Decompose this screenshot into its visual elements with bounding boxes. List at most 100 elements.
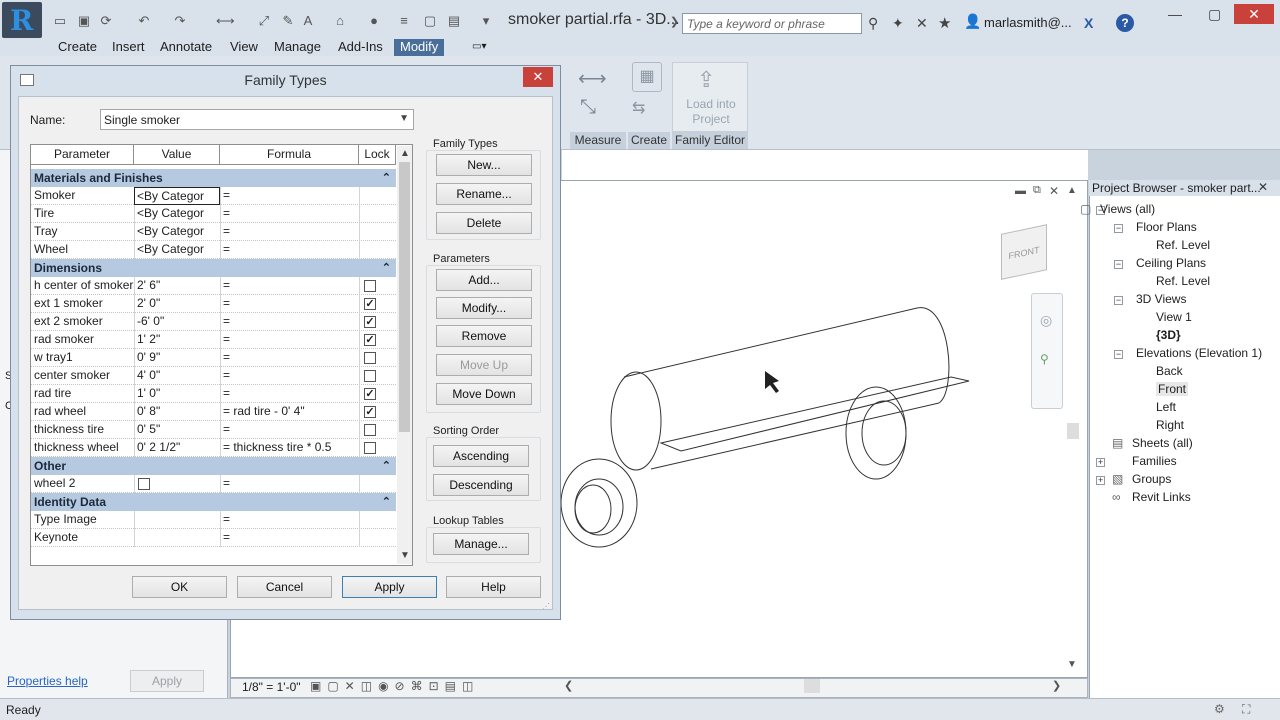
- table-row[interactable]: Smoker <By Categor =: [31, 187, 396, 205]
- rename-type-button[interactable]: Rename...: [436, 183, 532, 205]
- tree-item-elevations[interactable]: Elevations (Elevation 1): [1136, 346, 1262, 360]
- tree-item-revit-links[interactable]: Revit Links: [1132, 490, 1191, 504]
- collapse-icon[interactable]: ⌃: [382, 169, 391, 187]
- tree-item-views-all[interactable]: Views (all): [1100, 202, 1155, 216]
- parameter-formula[interactable]: =: [220, 295, 359, 313]
- steering-wheel-icon[interactable]: ◎: [1040, 312, 1052, 329]
- hscroll-right-icon[interactable]: ❯: [1052, 679, 1061, 692]
- measure-icon[interactable]: ⟷: [216, 14, 235, 28]
- group-header[interactable]: Dimensions ⌃: [31, 259, 396, 277]
- scroll-down-arrow-icon[interactable]: ▼: [400, 550, 410, 561]
- application-menu-button[interactable]: R: [2, 2, 42, 38]
- parameter-value[interactable]: 0' 9": [134, 349, 220, 367]
- parameter-formula[interactable]: =: [220, 475, 359, 493]
- cancel-button[interactable]: Cancel: [237, 576, 332, 598]
- table-row[interactable]: center smoker 4' 0" =: [31, 367, 396, 385]
- parameter-formula[interactable]: = rad tire - 0' 4": [220, 403, 359, 421]
- tree-item-elevation-front[interactable]: Front: [1156, 382, 1189, 396]
- table-row[interactable]: wheel 2 =: [31, 475, 396, 493]
- table-row[interactable]: rad tire 1' 0" = ✓: [31, 385, 396, 403]
- parameter-value[interactable]: <By Categor: [134, 187, 220, 205]
- table-row[interactable]: ext 2 smoker -6' 0" = ✓: [31, 313, 396, 331]
- ribbon-minimize-icon[interactable]: ▭▾: [466, 39, 492, 56]
- open-icon[interactable]: ▭: [52, 14, 68, 28]
- minimize-icon[interactable]: —: [1168, 6, 1182, 22]
- aligned-dimension-icon[interactable]: ⟷: [578, 66, 607, 91]
- parameter-formula[interactable]: =: [220, 511, 359, 529]
- qat-dropdown-icon[interactable]: ▾: [478, 14, 494, 28]
- parameter-value[interactable]: 1' 0": [134, 385, 220, 403]
- tree-item-elevation-right[interactable]: Right: [1156, 418, 1184, 432]
- viewcube-icon[interactable]: FRONT: [1001, 224, 1047, 280]
- parameter-formula[interactable]: =: [220, 331, 359, 349]
- parameter-value[interactable]: 2' 0": [134, 295, 220, 313]
- modify-parameter-button[interactable]: Modify...: [436, 297, 532, 319]
- maximize-icon[interactable]: ▢: [1208, 6, 1221, 23]
- switch-windows-icon[interactable]: ▤: [446, 14, 462, 28]
- tree-toggle-icon[interactable]: −: [1114, 224, 1123, 233]
- tab-view[interactable]: View: [224, 39, 264, 56]
- parameter-formula[interactable]: =: [220, 385, 359, 403]
- lock-checkbox[interactable]: ✓: [364, 316, 376, 328]
- tab-add-ins[interactable]: Add-Ins: [332, 39, 389, 56]
- table-row[interactable]: Wheel <By Categor =: [31, 241, 396, 259]
- parameter-formula[interactable]: =: [220, 349, 359, 367]
- tree-item-3d-views[interactable]: 3D Views: [1136, 292, 1186, 306]
- column-header-lock[interactable]: Lock: [359, 145, 396, 165]
- navigation-bar[interactable]: ◎ ⚲: [1031, 293, 1063, 409]
- sync-icon[interactable]: ⟳: [98, 14, 114, 28]
- view-close-icon[interactable]: ✕: [1049, 184, 1059, 198]
- value-checkbox[interactable]: [138, 478, 150, 490]
- parameter-value[interactable]: [134, 529, 220, 547]
- ok-button[interactable]: OK: [132, 576, 227, 598]
- collapse-icon[interactable]: ⌃: [382, 457, 391, 475]
- tab-manage[interactable]: Manage: [268, 39, 327, 56]
- create-group-icon[interactable]: ▦: [632, 62, 662, 92]
- view-scrollbar-thumb[interactable]: [1067, 423, 1079, 439]
- load-into-project-button[interactable]: ⇪ Load into Project: [672, 62, 748, 132]
- apply-button[interactable]: Apply: [342, 576, 437, 598]
- parameter-value[interactable]: <By Categor: [134, 205, 220, 223]
- tree-toggle-icon[interactable]: −: [1114, 350, 1123, 359]
- parameter-value[interactable]: 1' 2": [134, 331, 220, 349]
- project-browser-close-icon[interactable]: ✕: [1258, 180, 1268, 194]
- type-name-select[interactable]: Single smoker ▼: [100, 109, 414, 130]
- table-row[interactable]: h center of smoker 2' 6" =: [31, 277, 396, 295]
- parameter-formula[interactable]: =: [220, 205, 359, 223]
- parameter-formula[interactable]: =: [220, 241, 359, 259]
- view-minimize-icon[interactable]: ▬: [1015, 185, 1026, 197]
- parameter-value[interactable]: -6' 0": [134, 313, 220, 331]
- thin-lines-icon[interactable]: ≡: [396, 14, 412, 28]
- user-icon[interactable]: 👤: [964, 13, 981, 30]
- collapse-icon[interactable]: ⌃: [382, 493, 391, 511]
- tab-create[interactable]: Create: [52, 39, 103, 56]
- communication-icon[interactable]: ✕: [916, 15, 928, 32]
- tree-item-view-1[interactable]: View 1: [1156, 310, 1192, 324]
- parameter-value[interactable]: 0' 5": [134, 421, 220, 439]
- tag-icon[interactable]: ✎: [280, 14, 296, 28]
- table-row[interactable]: Type Image =: [31, 511, 396, 529]
- favorites-star-icon[interactable]: ★: [938, 14, 951, 32]
- parameter-value[interactable]: 0' 2 1/2": [134, 439, 220, 457]
- tree-item-sheets-all[interactable]: Sheets (all): [1132, 436, 1193, 450]
- parameter-value[interactable]: [134, 475, 220, 493]
- column-header-value[interactable]: Value: [134, 145, 220, 165]
- parameter-value[interactable]: 4' 0": [134, 367, 220, 385]
- parameter-formula[interactable]: =: [220, 421, 359, 439]
- tab-modify[interactable]: Modify: [394, 39, 445, 56]
- parameter-formula[interactable]: =: [220, 223, 359, 241]
- status-select-icon[interactable]: ⛶: [1242, 702, 1250, 717]
- view-scale[interactable]: 1/8" = 1'-0": [242, 680, 301, 694]
- delete-type-button[interactable]: Delete: [436, 212, 532, 234]
- redo-icon[interactable]: ↷: [172, 14, 188, 28]
- group-header[interactable]: Identity Data ⌃: [31, 493, 396, 511]
- help-icon[interactable]: ?: [1116, 14, 1134, 32]
- group-header[interactable]: Materials and Finishes ⌃: [31, 169, 396, 187]
- tree-item-groups[interactable]: Groups: [1132, 472, 1171, 486]
- tree-item-ref-level[interactable]: Ref. Level: [1156, 238, 1210, 252]
- tree-item-elevation-back[interactable]: Back: [1156, 364, 1183, 378]
- binoculars-icon[interactable]: ⚲: [868, 15, 878, 32]
- parameter-formula[interactable]: =: [220, 313, 359, 331]
- hscroll-thumb[interactable]: [804, 679, 820, 693]
- panel-create-label[interactable]: Create: [628, 132, 670, 149]
